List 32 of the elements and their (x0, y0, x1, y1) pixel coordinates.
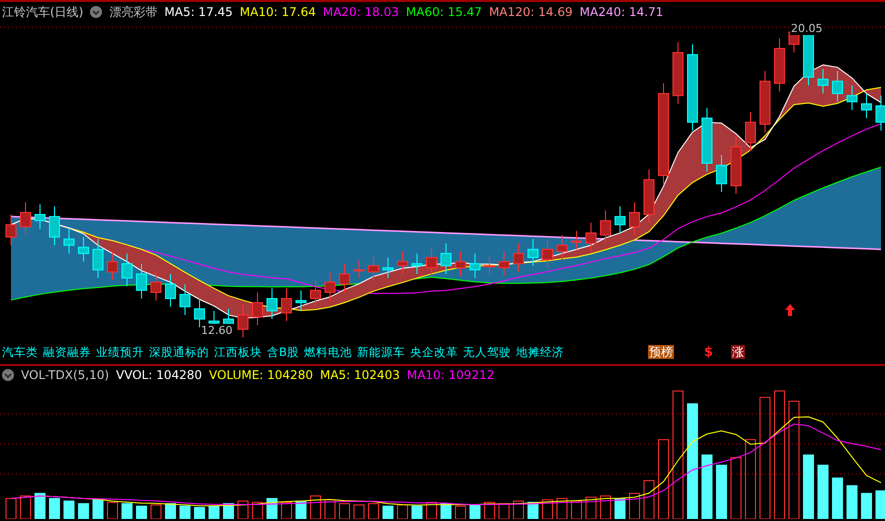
volume-value: VOLUME: 104280 (209, 368, 313, 382)
up-arrow-icon (785, 304, 795, 316)
concept-tag: 地摊经济 (516, 344, 564, 360)
indicator-name: 漂亮彩带 (109, 4, 158, 20)
moving-average-value: MA240: 14.71 (580, 5, 664, 19)
volume-value: VVOL: 104280 (116, 368, 202, 382)
dropdown-chevron-icon[interactable] (2, 369, 14, 381)
concept-tag: 新能源车 (356, 344, 405, 360)
low-price-label: 12.60 (200, 324, 234, 337)
concept-tag: 融资融券 (43, 344, 91, 360)
concept-tag: 央企改革 (410, 344, 458, 360)
concept-tag: 含B股 (267, 344, 299, 360)
volume-value: MA10: 109212 (406, 368, 494, 382)
dropdown-chevron-icon[interactable] (90, 6, 102, 18)
moving-average-value: MA5: 17.45 (164, 5, 233, 19)
signal-badge: 涨 (731, 345, 746, 359)
moving-average-value: MA20: 18.03 (322, 5, 399, 19)
moving-average-value: MA10: 17.64 (240, 5, 316, 19)
moving-average-value: MA120: 14.69 (488, 5, 573, 19)
moving-average-value: MA60: 15.47 (406, 5, 482, 19)
concept-tag: 江西板块 (214, 344, 262, 360)
concept-tag: 汽车类 (2, 344, 38, 360)
concept-tag: 燃料电池 (304, 344, 352, 360)
high-price-label: 20.05 (790, 22, 824, 35)
concept-tag: 深股通标的 (149, 344, 209, 360)
signal-marker: $ (704, 344, 714, 360)
concept-tag: 无人驾驶 (462, 344, 511, 360)
signal-badge: 预榜 (648, 345, 674, 359)
concept-tag: 业绩预升 (96, 344, 144, 360)
stock-title: 江铃汽车(日线) (2, 4, 84, 20)
volume-indicator-name: VOL-TDX(5,10) (21, 368, 110, 382)
volume-value: MA5: 102403 (320, 368, 400, 382)
